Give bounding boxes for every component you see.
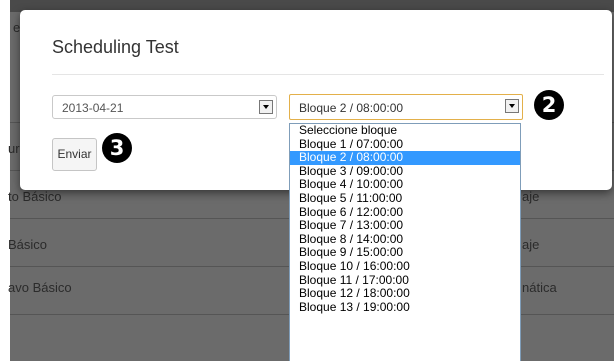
background-row-left: avo Básico <box>8 280 72 295</box>
dropdown-option[interactable]: Bloque 5 / 11:00:00 <box>290 191 520 206</box>
dropdown-option[interactable]: Bloque 4 / 10:00:00 <box>290 178 520 192</box>
bloque-dropdown-list[interactable]: Seleccione bloque Bloque 1 / 07:00:00 Bloq… <box>289 123 521 361</box>
dropdown-option[interactable]: Bloque 3 / 09:00:00 <box>290 164 520 179</box>
chevron-down-icon[interactable] <box>259 100 273 114</box>
modal-divider <box>52 74 604 75</box>
background-row-right: nática <box>522 280 557 295</box>
chevron-down-icon[interactable] <box>505 99 519 113</box>
dropdown-option[interactable]: Bloque 1 / 07:00:00 <box>290 137 520 152</box>
dropdown-option[interactable]: Bloque 6 / 12:00:00 <box>290 205 520 220</box>
background-row-right: aje <box>522 189 540 204</box>
background-row-left: to Básico <box>8 189 62 204</box>
dropdown-option[interactable]: Bloque 13 / 19:00:00 <box>290 300 520 315</box>
dropdown-option[interactable]: Bloque 12 / 18:00:00 <box>290 287 520 301</box>
bloque-select-value: Bloque 2 / 08:00:00 <box>299 101 404 115</box>
date-select-value: 2013-04-21 <box>62 101 124 115</box>
background-left-strip <box>0 0 10 361</box>
dropdown-option[interactable]: Bloque 9 / 15:00:00 <box>290 246 520 260</box>
submit-button[interactable]: Enviar <box>52 138 97 171</box>
background-row-left: Básico <box>8 237 48 252</box>
dropdown-option[interactable]: Bloque 11 / 17:00:00 <box>290 273 520 288</box>
dropdown-option[interactable]: Seleccione bloque <box>290 124 520 138</box>
dropdown-option[interactable]: Bloque 8 / 14:00:00 <box>290 232 520 247</box>
modal-title: Scheduling Test <box>52 37 179 57</box>
dropdown-option[interactable]: Bloque 10 / 16:00:00 <box>290 259 520 274</box>
dropdown-option[interactable]: Bloque 7 / 13:00:00 <box>290 219 520 233</box>
bloque-select[interactable]: Bloque 2 / 08:00:00 <box>289 94 523 120</box>
background-row-right: aje <box>522 237 540 252</box>
annotation-marker-3: 3 <box>102 133 132 163</box>
date-select[interactable]: 2013-04-21 <box>52 95 277 119</box>
background-row-left: ur <box>8 141 20 156</box>
annotation-marker-2: 2 <box>534 90 564 120</box>
dropdown-option[interactable]: Bloque 2 / 08:00:00 <box>290 151 520 165</box>
